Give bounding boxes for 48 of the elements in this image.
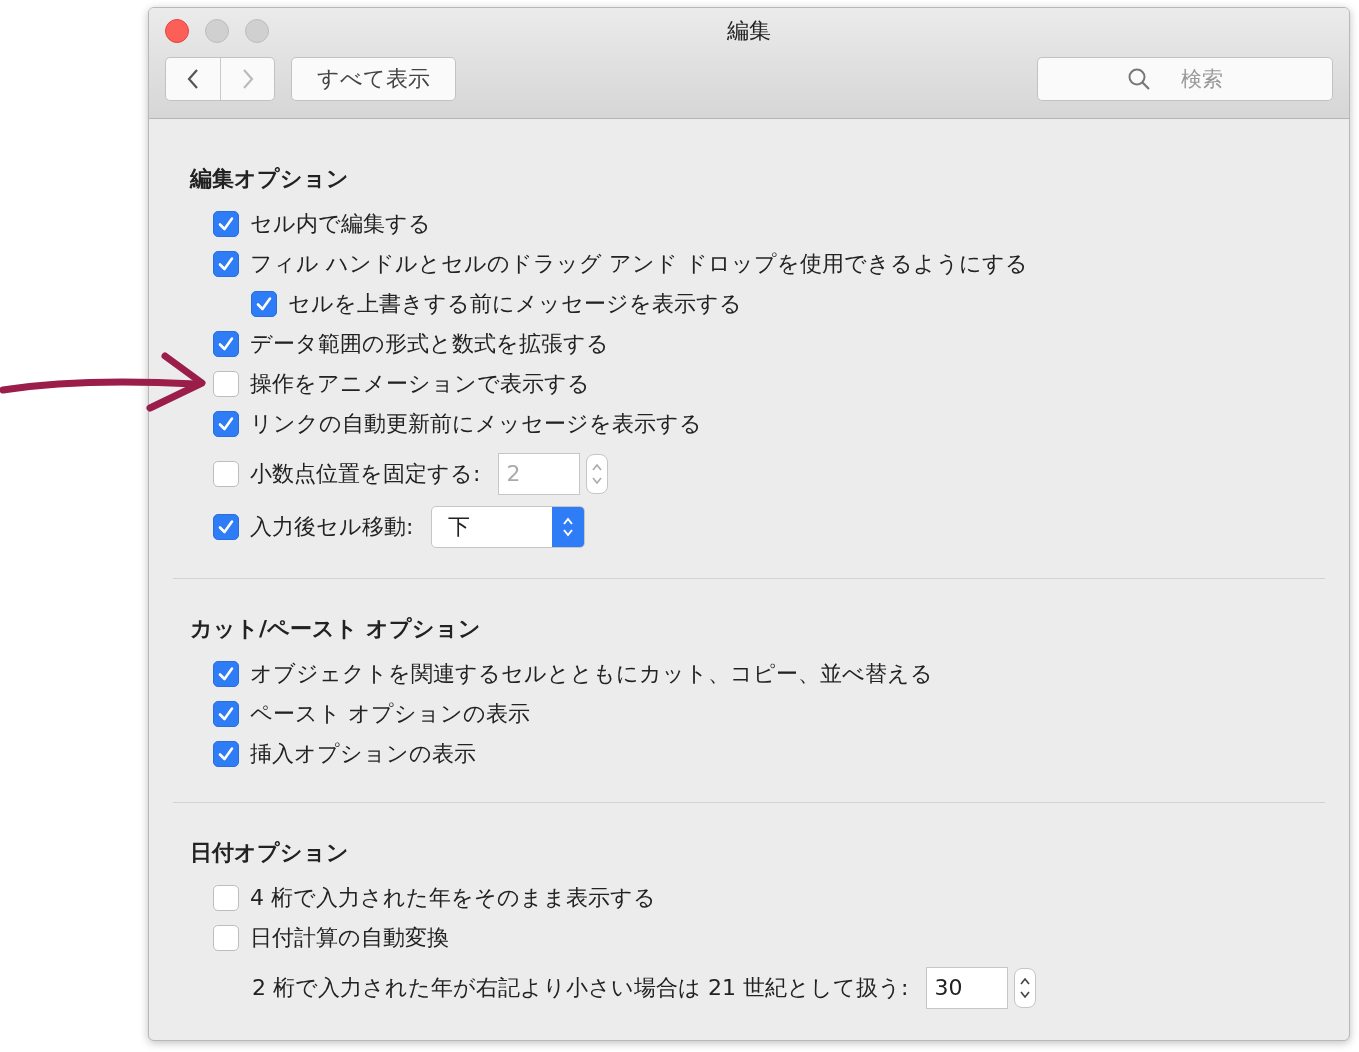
option-label: ペースト オプションの表示: [250, 700, 530, 728]
checkmark-icon: [217, 745, 235, 763]
option-label: セル内で編集する: [250, 210, 431, 238]
option-label: 挿入オプションの表示: [250, 740, 476, 768]
forward-icon: [240, 68, 255, 90]
option-label: 入力後セル移動:: [250, 512, 414, 541]
checkmark-icon: [255, 295, 273, 313]
option-label: 4 桁で入力された年をそのまま表示する: [250, 884, 656, 912]
checkbox[interactable]: [213, 741, 239, 767]
checkmark-icon: [217, 335, 235, 353]
checkbox[interactable]: [213, 513, 239, 540]
checkbox[interactable]: [213, 885, 239, 911]
option-label: 小数点位置を固定する:: [250, 459, 481, 488]
checkbox[interactable]: [213, 211, 239, 237]
option-label: 操作をアニメーションで表示する: [250, 370, 590, 398]
option-label: 2 桁で入力された年が右記より小さい場合は 21 世紀として扱う:: [252, 973, 909, 1002]
stepper-icon[interactable]: [1014, 967, 1037, 1008]
option-label: データ範囲の形式と数式を拡張する: [250, 330, 609, 358]
checkbox[interactable]: [213, 701, 239, 727]
option-label: 日付計算の自動変換: [250, 924, 449, 952]
option-label: セルを上書きする前にメッセージを表示する: [288, 290, 742, 318]
checkmark-icon: [217, 705, 235, 723]
checkbox[interactable]: [213, 661, 239, 687]
close-icon[interactable]: [165, 19, 189, 43]
search-icon: [1127, 67, 1151, 91]
checkmark-icon: [217, 215, 235, 233]
section-heading: 編集オプション: [190, 165, 350, 193]
back-icon: [186, 68, 200, 90]
option-label: リンクの自動更新前にメッセージを表示する: [250, 410, 702, 438]
checkbox[interactable]: [213, 371, 239, 397]
option-label: フィル ハンドルとセルのドラッグ アンド ドロップを使用できるようにする: [250, 250, 1028, 278]
show-all-button[interactable]: すべて表示: [291, 57, 456, 101]
checkbox[interactable]: [213, 331, 239, 357]
section-heading: カット/ペースト オプション: [190, 615, 482, 643]
search-field[interactable]: 検索: [1037, 57, 1333, 101]
window-title: 編集: [727, 17, 771, 45]
checkbox[interactable]: [213, 925, 239, 951]
checkmark-icon: [217, 415, 235, 433]
checkmark-icon: [217, 665, 235, 683]
checkbox[interactable]: [213, 411, 239, 437]
checkmark-icon: [217, 517, 235, 536]
checkbox[interactable]: [213, 251, 239, 277]
number-field[interactable]: 30: [926, 966, 1009, 1009]
checkbox[interactable]: [251, 291, 277, 317]
section-heading: 日付オプション: [190, 839, 350, 867]
option-label: オブジェクトを関連するセルとともにカット、コピー、並べ替える: [250, 660, 933, 688]
checkmark-icon: [217, 255, 235, 273]
dropdown[interactable]: 下: [431, 505, 586, 548]
